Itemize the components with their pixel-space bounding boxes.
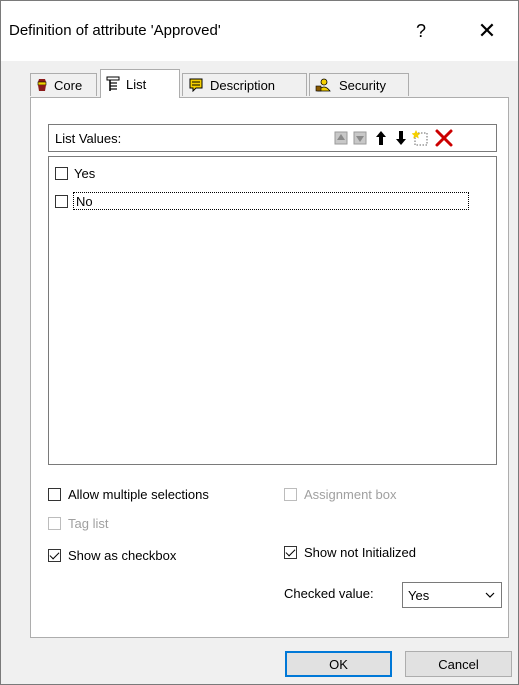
tab-list[interactable]: List	[100, 69, 180, 98]
allow-multiple-selections-box[interactable]	[48, 488, 61, 501]
tab-security-label: Security	[339, 77, 386, 93]
show-not-initialized-box[interactable]	[284, 546, 297, 559]
checked-value-select[interactable]: Yes	[402, 582, 502, 608]
list-values-header: List Values:	[48, 124, 497, 152]
tab-list-label: List	[126, 76, 147, 92]
show-as-checkbox-label: Show as checkbox	[68, 548, 177, 563]
assignment-box-box[interactable]	[284, 488, 297, 501]
delete-item-button[interactable]	[433, 128, 455, 148]
security-icon	[315, 78, 333, 92]
list-item-label: Yes	[74, 165, 96, 181]
new-item-button[interactable]	[412, 129, 430, 147]
chevron-down-icon	[479, 592, 501, 598]
move-item-up-button[interactable]	[372, 129, 390, 147]
cancel-button[interactable]: Cancel	[405, 651, 512, 677]
tab-core-label: Core	[54, 77, 83, 93]
assignment-box-checkbox[interactable]: Assignment box	[284, 487, 398, 502]
list-item-checkbox[interactable]	[55, 194, 68, 208]
assignment-box-label: Assignment box	[304, 487, 397, 502]
show-not-initialized-checkbox[interactable]: Show not Initialized	[284, 545, 417, 560]
dialog-title: Definition of attribute 'Approved'	[9, 22, 221, 39]
list-item[interactable]: Yes	[55, 164, 96, 182]
description-icon	[188, 78, 204, 92]
help-button[interactable]: ?	[401, 13, 441, 49]
move-down-disabled-button[interactable]	[351, 129, 369, 147]
tag-list-checkbox[interactable]: Tag list	[48, 516, 109, 531]
tag-list-label: Tag list	[68, 516, 109, 531]
list-values-listbox[interactable]: Yes No	[48, 156, 497, 465]
tab-security[interactable]: Security	[309, 73, 409, 96]
title-bar: Definition of attribute 'Approved' ? ✕	[1, 1, 518, 61]
checked-value-selected: Yes	[408, 587, 430, 603]
list-item-focus-rect: No	[73, 192, 469, 210]
help-icon: ?	[415, 20, 426, 41]
move-item-down-button[interactable]	[392, 129, 410, 147]
close-icon: ✕	[477, 18, 497, 43]
dialog-window: Definition of attribute 'Approved' ? ✕ C…	[0, 0, 519, 685]
move-down-disabled-icon	[353, 131, 367, 145]
list-item-checkbox[interactable]	[55, 166, 68, 180]
arrow-down-icon	[396, 131, 406, 145]
show-as-checkbox-checkbox[interactable]: Show as checkbox	[48, 548, 177, 563]
core-icon	[36, 78, 48, 92]
delete-icon	[435, 129, 453, 147]
tab-description-label: Description	[210, 77, 276, 93]
checked-value-label: Checked value:	[284, 586, 374, 601]
list-item-label: No	[76, 193, 93, 209]
list-icon	[106, 76, 120, 92]
ok-button[interactable]: OK	[285, 651, 392, 677]
allow-multiple-selections-checkbox[interactable]: Allow multiple selections	[48, 487, 210, 502]
list-item[interactable]: No	[55, 192, 469, 210]
new-item-icon	[412, 130, 428, 146]
list-values-label: List Values:	[55, 131, 122, 146]
tag-list-box[interactable]	[48, 517, 61, 530]
move-up-disabled-icon	[334, 131, 348, 145]
arrow-up-icon	[376, 131, 386, 145]
tab-description[interactable]: Description	[182, 73, 307, 96]
show-as-checkbox-box[interactable]	[48, 549, 61, 562]
allow-multiple-selections-label: Allow multiple selections	[68, 487, 209, 502]
tab-core[interactable]: Core	[30, 73, 97, 96]
close-button[interactable]: ✕	[467, 13, 507, 49]
show-not-initialized-label: Show not Initialized	[304, 545, 417, 560]
move-up-disabled-button[interactable]	[332, 129, 350, 147]
tab-panel-list: List Values: Yes No Allow multiple selec…	[30, 97, 509, 638]
